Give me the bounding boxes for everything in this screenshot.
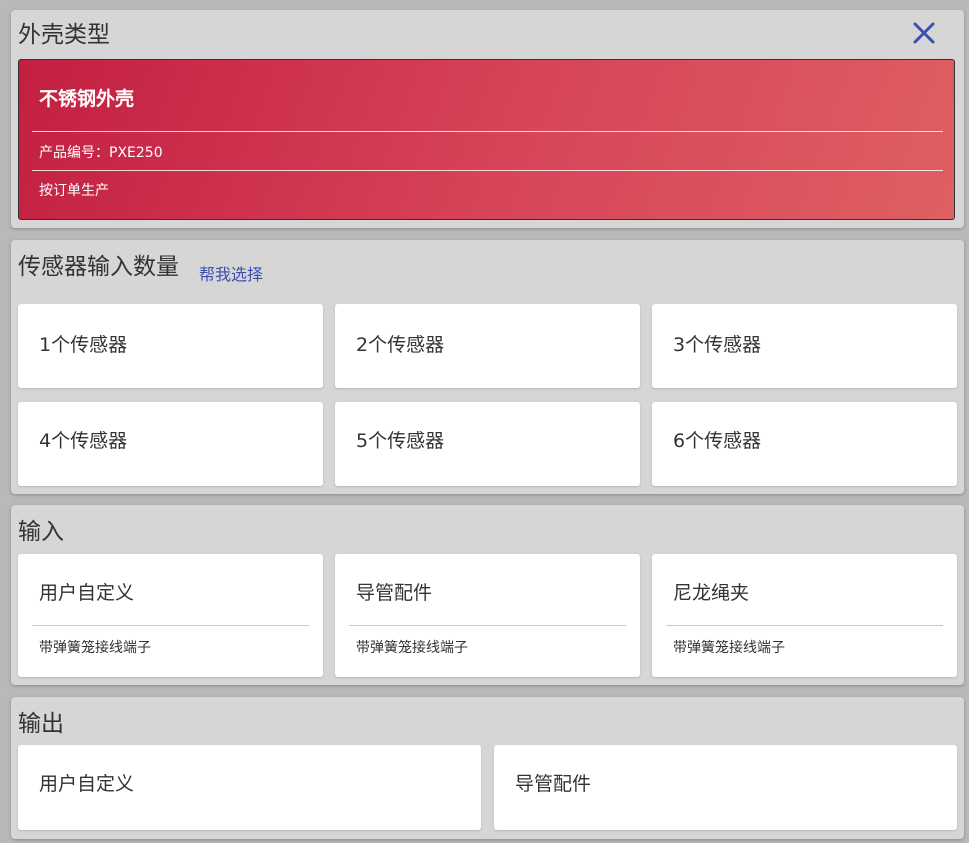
input-option-label: 尼龙绳夹	[673, 582, 750, 604]
output-title: 输出	[18, 711, 64, 737]
divider	[32, 131, 943, 132]
input-option-label: 用户自定义	[39, 582, 135, 604]
sensor-option-label: 3个传感器	[673, 334, 762, 356]
input-option-nylon-clamp[interactable]: 尼龙绳夹 带弹簧笼接线端子	[652, 554, 957, 677]
output-panel: 输出 用户自定义 导管配件	[11, 697, 964, 839]
sensor-option-1[interactable]: 1个传感器	[18, 304, 323, 388]
sensor-option-label: 1个传感器	[39, 334, 128, 356]
divider	[32, 625, 309, 626]
sensor-count-panel: 传感器输入数量 帮我选择 1个传感器 2个传感器 3个传感器 4个传感器 5个传…	[11, 240, 964, 494]
divider	[349, 625, 626, 626]
sensor-option-6[interactable]: 6个传感器	[652, 402, 957, 486]
housing-type-title: 外壳类型	[18, 22, 110, 48]
housing-name: 不锈钢外壳	[39, 88, 135, 110]
output-option-conduit[interactable]: 导管配件	[494, 745, 957, 830]
output-option-label: 导管配件	[515, 773, 592, 795]
product-code: 产品编号：PXE250	[39, 145, 163, 161]
sensor-option-label: 6个传感器	[673, 430, 762, 452]
selected-housing-card[interactable]: 不锈钢外壳 产品编号：PXE250 按订单生产	[18, 59, 955, 220]
divider	[32, 170, 943, 171]
input-option-custom[interactable]: 用户自定义 带弹簧笼接线端子	[18, 554, 323, 677]
input-option-conduit[interactable]: 导管配件 带弹簧笼接线端子	[335, 554, 640, 677]
help-me-choose-link[interactable]: 帮我选择	[199, 261, 263, 285]
input-panel: 输入 用户自定义 带弹簧笼接线端子 导管配件 带弹簧笼接线端子 尼龙绳夹 带弹簧…	[11, 505, 964, 685]
output-option-label: 用户自定义	[39, 773, 135, 795]
sensor-option-label: 2个传感器	[356, 334, 445, 356]
output-option-custom[interactable]: 用户自定义	[18, 745, 481, 830]
input-option-sub: 带弹簧笼接线端子	[673, 640, 785, 656]
sensor-option-label: 5个传感器	[356, 430, 445, 452]
input-option-label: 导管配件	[356, 582, 433, 604]
made-to-order-note: 按订单生产	[39, 183, 109, 199]
housing-type-panel: 外壳类型 不锈钢外壳 产品编号：PXE250 按订单生产	[11, 10, 964, 228]
close-button[interactable]	[909, 18, 939, 48]
sensor-option-2[interactable]: 2个传感器	[335, 304, 640, 388]
sensor-option-label: 4个传感器	[39, 430, 128, 452]
sensor-option-3[interactable]: 3个传感器	[652, 304, 957, 388]
close-icon	[913, 22, 935, 44]
sensor-option-4[interactable]: 4个传感器	[18, 402, 323, 486]
sensor-option-5[interactable]: 5个传感器	[335, 402, 640, 486]
input-option-sub: 带弹簧笼接线端子	[39, 640, 151, 656]
divider	[666, 625, 943, 626]
input-title: 输入	[18, 519, 64, 545]
input-option-sub: 带弹簧笼接线端子	[356, 640, 468, 656]
sensor-count-title: 传感器输入数量	[18, 254, 179, 280]
